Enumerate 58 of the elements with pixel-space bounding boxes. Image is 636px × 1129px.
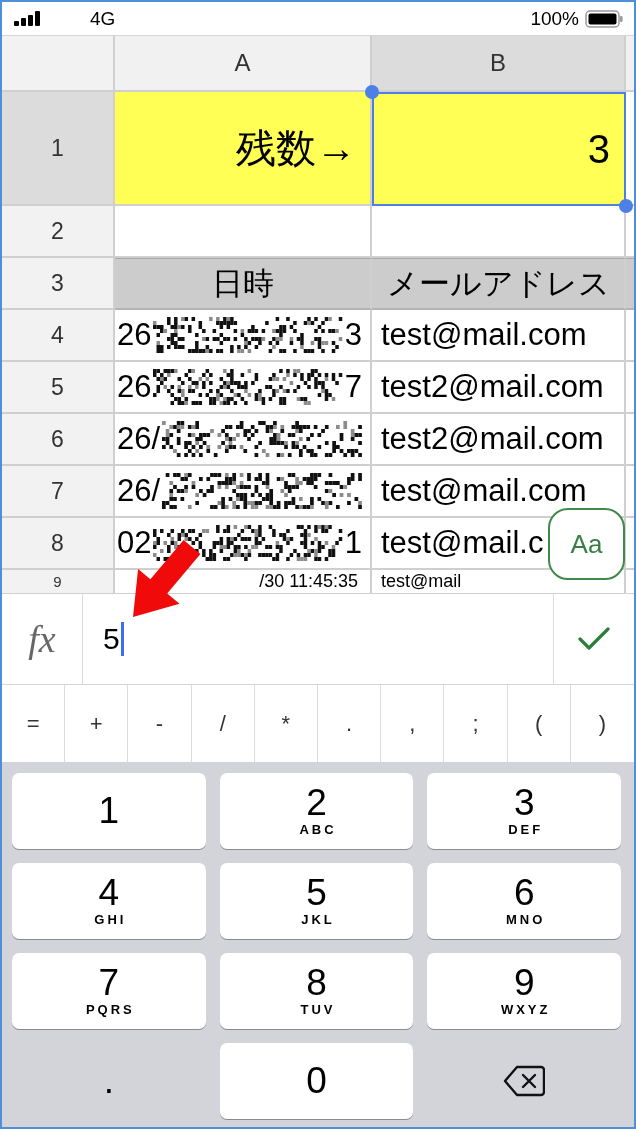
cell-text: 26/: [117, 421, 161, 457]
row-number[interactable]: 8: [2, 518, 115, 570]
formula-input[interactable]: 5: [83, 594, 553, 684]
cell-text: 1: [344, 525, 362, 561]
table-cell[interactable]: test2@mail.com: [372, 362, 626, 414]
row-number[interactable]: 4: [2, 310, 115, 362]
table-cell[interactable]: 26 7: [115, 362, 372, 414]
table-cell[interactable]: [626, 518, 634, 570]
keypad-key[interactable]: 2 ABC: [219, 773, 414, 849]
battery-icon: [585, 9, 623, 28]
keypad-key[interactable]: 6 MNO: [427, 863, 621, 939]
select-all-corner[interactable]: [2, 35, 115, 92]
keypad-key[interactable]: 3 DEF: [427, 773, 621, 849]
row-number[interactable]: 3: [2, 258, 115, 310]
format-button[interactable]: Aa: [548, 508, 625, 580]
keypad-key[interactable]: 5 JKL: [219, 863, 414, 939]
table-cell[interactable]: test@mail.com: [372, 310, 626, 362]
cell-text: 7: [344, 369, 362, 405]
cell-text: 02: [117, 525, 152, 561]
keypad-key[interactable]: 9 WXYZ: [427, 953, 621, 1029]
table-cell[interactable]: [115, 206, 372, 258]
table-cell[interactable]: 日時: [115, 258, 372, 310]
keypad-key[interactable]: 1: [12, 773, 206, 849]
text-cursor: [120, 622, 124, 656]
row-number[interactable]: 7: [2, 466, 115, 518]
battery-percent: 100%: [530, 7, 579, 30]
row-number[interactable]: 1: [2, 92, 115, 206]
table-cell[interactable]: メールアドレス: [372, 258, 626, 310]
table-cell[interactable]: 02 1: [115, 518, 372, 570]
table-cell[interactable]: 26 3: [115, 310, 372, 362]
network-label: 4G: [90, 7, 116, 30]
table-cell[interactable]: test@mail.com: [372, 466, 626, 518]
table-cell[interactable]: 26/: [115, 466, 372, 518]
signal-icon: [14, 11, 40, 26]
table-cell[interactable]: test2@mail.com: [372, 414, 626, 466]
table-cell[interactable]: 26/: [115, 414, 372, 466]
keypad-key[interactable]: 7 PQRS: [12, 953, 206, 1029]
column-header[interactable]: B: [372, 35, 626, 92]
keypad-key[interactable]: 4 GHI: [12, 863, 206, 939]
table-cell[interactable]: 残数→: [115, 92, 372, 206]
keypad-key[interactable]: .: [12, 1043, 206, 1119]
row-number[interactable]: 2: [2, 206, 115, 258]
row-number[interactable]: 6: [2, 414, 115, 466]
function-label: fx: [2, 594, 83, 684]
table-cell[interactable]: 3: [372, 92, 626, 206]
cell-text: 26: [117, 369, 152, 405]
row-number[interactable]: 9: [2, 570, 115, 593]
cell-text: 26/: [117, 473, 161, 509]
keypad-key[interactable]: 0: [219, 1043, 414, 1119]
row-number[interactable]: 5: [2, 362, 115, 414]
check-icon: [578, 627, 610, 651]
column-header[interactable]: [626, 35, 634, 92]
backspace-icon: [503, 1065, 546, 1097]
keypad-key[interactable]: 8 TUV: [219, 953, 414, 1029]
table-cell[interactable]: [626, 258, 634, 310]
column-header[interactable]: A: [115, 35, 372, 92]
cell-text: 26: [117, 317, 152, 353]
cell-text: 3: [344, 317, 362, 353]
